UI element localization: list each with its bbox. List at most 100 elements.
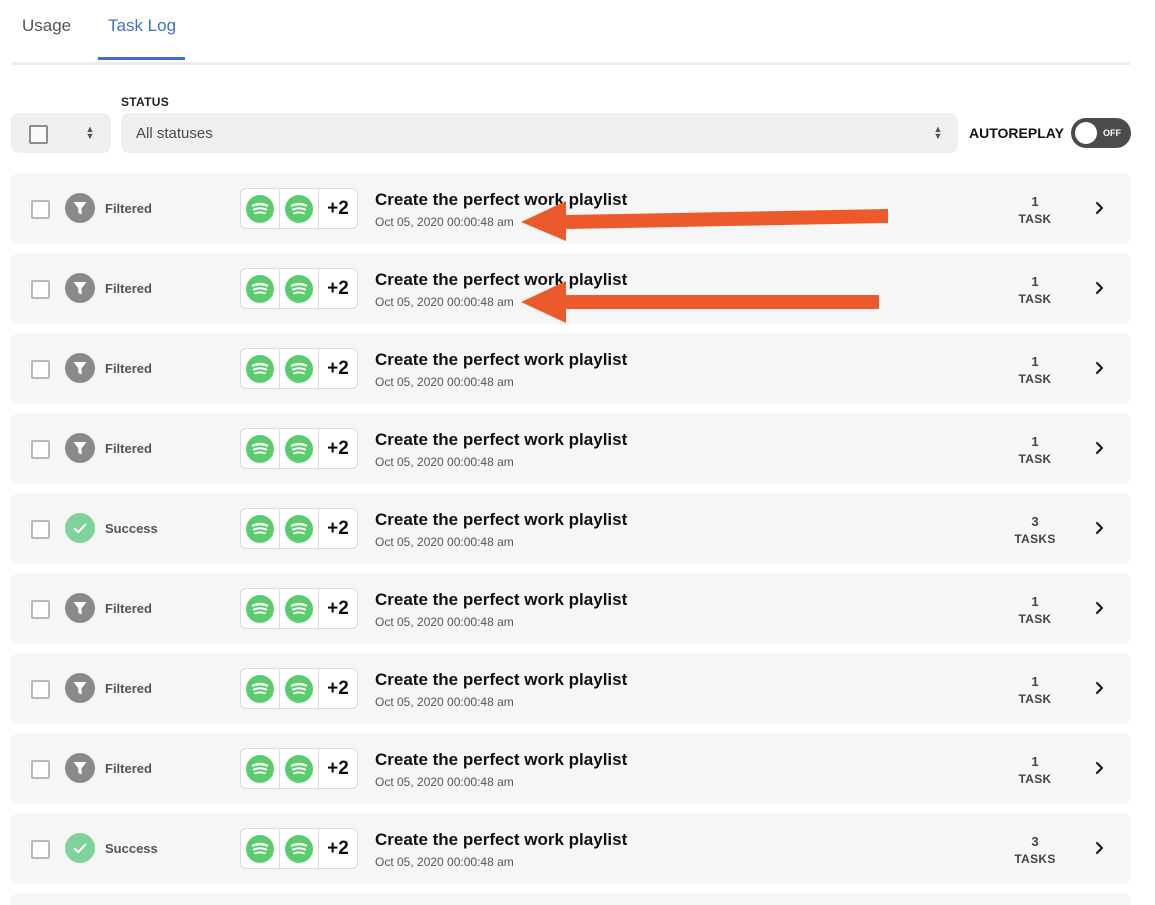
spotify-icon [241, 509, 280, 548]
app-icons: +2 [240, 428, 358, 469]
spotify-icon [280, 749, 319, 788]
zap-title: Create the perfect work playlist [375, 830, 628, 849]
run-timestamp: Oct 05, 2020 00:00:48 am [375, 375, 514, 389]
task-count: 1 [1031, 194, 1039, 209]
task-row[interactable]: Success +2 Create the perfect work playlis… [11, 493, 1131, 564]
task-row[interactable]: Filtered +2 Create the perfect work playli… [11, 333, 1131, 404]
funnel-icon [65, 433, 95, 463]
task-unit: TASK [1018, 372, 1052, 386]
task-count: 1 [1031, 354, 1039, 369]
row-checkbox[interactable] [31, 600, 50, 619]
run-timestamp: Oct 05, 2020 00:00:48 am [375, 535, 514, 549]
row-checkbox[interactable] [31, 280, 50, 299]
task-row[interactable]: Filtered +2 Create the perfect work playli… [11, 653, 1131, 724]
more-apps-count: +2 [327, 598, 349, 619]
task-unit: TASK [1018, 452, 1052, 466]
more-apps-count: +2 [327, 198, 349, 219]
spotify-icon [280, 509, 319, 548]
app-icons: +2 [240, 188, 358, 229]
row-checkbox[interactable] [31, 520, 50, 539]
status-label: Filtered [105, 281, 152, 296]
funnel-icon [65, 193, 95, 223]
active-tab-indicator [98, 57, 185, 60]
annotation-arrow [521, 201, 888, 241]
task-count: 1 [1031, 754, 1039, 769]
spotify-icon [280, 829, 319, 868]
chevron-right-icon[interactable] [1093, 601, 1107, 620]
status-select[interactable]: All statuses ▲ ▼ [121, 113, 958, 153]
row-checkbox[interactable] [31, 680, 50, 699]
run-timestamp: Oct 05, 2020 00:00:48 am [375, 295, 514, 309]
spotify-icon [280, 349, 319, 388]
task-row[interactable] [11, 893, 1131, 905]
spotify-icon [280, 269, 319, 308]
app-icons: +2 [240, 748, 358, 789]
task-unit: TASKS [1014, 852, 1056, 866]
status-filter-label: STATUS [121, 95, 170, 109]
app-icons: +2 [240, 588, 358, 629]
sort-updown-icon: ▲ ▼ [85, 124, 95, 141]
spotify-icon [241, 829, 280, 868]
task-count: 1 [1031, 274, 1039, 289]
task-row[interactable]: Filtered +2 Create the perfect work playli… [11, 733, 1131, 804]
autoreplay-toggle[interactable]: OFF [1071, 118, 1131, 148]
tab-task-log[interactable]: Task Log [108, 16, 176, 36]
funnel-icon [65, 673, 95, 703]
task-row[interactable]: Filtered +2 Create the perfect work playli… [11, 413, 1131, 484]
row-checkbox[interactable] [31, 440, 50, 459]
chevron-right-icon[interactable] [1093, 681, 1107, 700]
tab-usage[interactable]: Usage [22, 16, 71, 36]
task-row[interactable]: Success +2 Create the perfect work playlis… [11, 813, 1131, 884]
spotify-icon [241, 269, 280, 308]
spotify-icon [241, 669, 280, 708]
task-row[interactable]: Filtered +2 Create the perfect work playli… [11, 573, 1131, 644]
status-label: Success [105, 521, 158, 536]
more-apps-count: +2 [327, 358, 349, 379]
chevron-right-icon[interactable] [1093, 281, 1107, 300]
chevron-right-icon[interactable] [1093, 201, 1107, 220]
task-unit: TASK [1018, 292, 1052, 306]
app-icons: +2 [240, 268, 358, 309]
select-all-dropdown[interactable]: ▲ ▼ [11, 113, 111, 153]
status-label: Filtered [105, 761, 152, 776]
chevron-right-icon[interactable] [1093, 441, 1107, 460]
more-apps-count: +2 [327, 518, 349, 539]
task-count: 1 [1031, 674, 1039, 689]
run-timestamp: Oct 05, 2020 00:00:48 am [375, 615, 514, 629]
select-all-checkbox[interactable] [29, 125, 48, 144]
zap-title: Create the perfect work playlist [375, 510, 628, 529]
status-label: Filtered [105, 361, 152, 376]
task-unit: TASK [1018, 612, 1052, 626]
status-label: Filtered [105, 201, 152, 216]
zap-title: Create the perfect work playlist [375, 350, 628, 369]
chevron-right-icon[interactable] [1093, 841, 1107, 860]
row-checkbox[interactable] [31, 360, 50, 379]
check-icon [65, 513, 95, 543]
row-checkbox[interactable] [31, 760, 50, 779]
tab-bar: Usage Task Log [12, 0, 1130, 65]
spotify-icon [241, 589, 280, 628]
toggle-state: OFF [1103, 128, 1121, 138]
run-timestamp: Oct 05, 2020 00:00:48 am [375, 455, 514, 469]
task-unit: TASK [1018, 692, 1052, 706]
task-unit: TASK [1018, 772, 1052, 786]
row-checkbox[interactable] [31, 200, 50, 219]
app-icons: +2 [240, 348, 358, 389]
zap-title: Create the perfect work playlist [375, 430, 628, 449]
more-apps-count: +2 [327, 278, 349, 299]
status-label: Filtered [105, 681, 152, 696]
run-timestamp: Oct 05, 2020 00:00:48 am [375, 215, 514, 229]
chevron-right-icon[interactable] [1093, 361, 1107, 380]
check-icon [65, 833, 95, 863]
task-count: 3 [1031, 834, 1039, 849]
spotify-icon [241, 189, 280, 228]
chevron-right-icon[interactable] [1093, 761, 1107, 780]
run-timestamp: Oct 05, 2020 00:00:48 am [375, 695, 514, 709]
spotify-icon [280, 589, 319, 628]
row-checkbox[interactable] [31, 840, 50, 859]
autoreplay-label: AUTOREPLAY [969, 125, 1064, 141]
sort-updown-icon: ▲ ▼ [933, 124, 943, 141]
run-timestamp: Oct 05, 2020 00:00:48 am [375, 855, 514, 869]
app-icons: +2 [240, 668, 358, 709]
chevron-right-icon[interactable] [1093, 521, 1107, 540]
